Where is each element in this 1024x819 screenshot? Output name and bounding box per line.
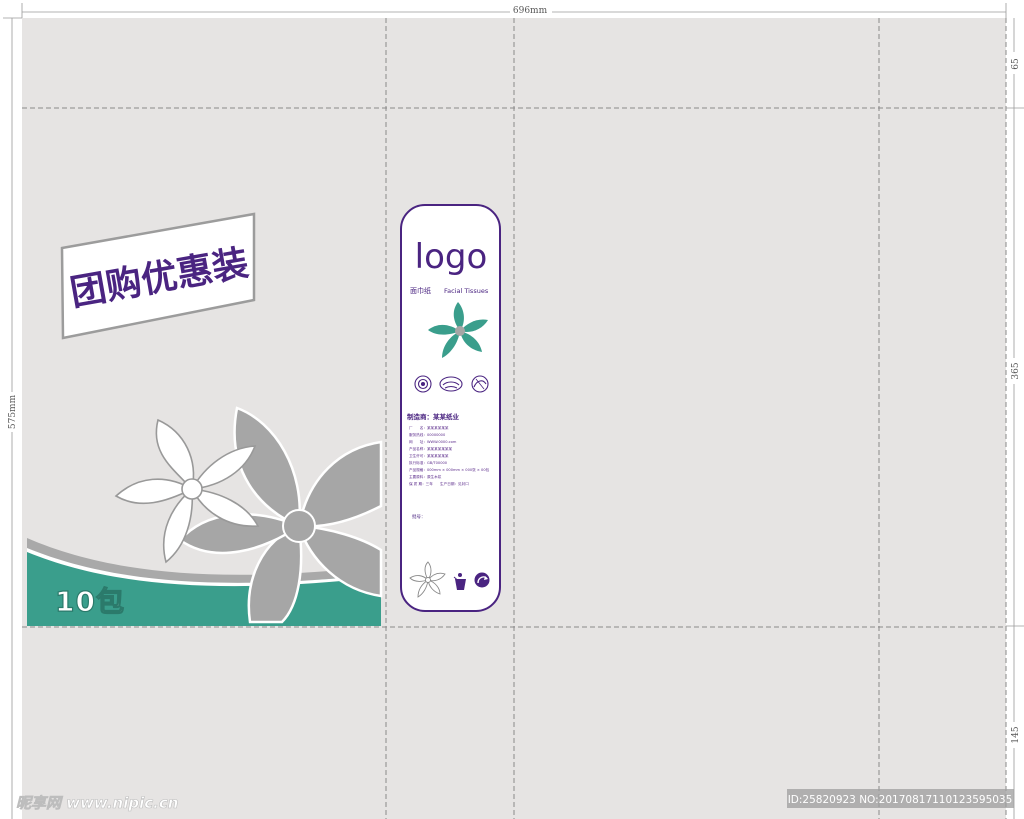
info-line: 执行标准：GB/T00000 <box>409 460 448 465</box>
recycle-icon <box>474 572 490 588</box>
info-line: 产品规格：000mm × 000mm × 000张 × 00包 <box>409 467 490 472</box>
info-line: 卫生许可：某某某某某某 <box>409 453 449 458</box>
height-label: 575mm <box>8 394 18 429</box>
info-line: 主要原料：原生木浆 <box>409 474 442 479</box>
height-dimension: 575mm <box>3 17 22 819</box>
watermark-id: ID:25820923 NO:20170817110123595035 <box>788 794 1013 806</box>
logo-text: logo <box>415 237 488 277</box>
batch-label: 批号： <box>412 513 426 520</box>
info-line: 服务热线：00000000 <box>409 432 446 437</box>
info-line: 网 址：WWW.0000.com <box>409 439 457 444</box>
top-fold-label: 65 <box>1011 58 1021 70</box>
watermark-site: 昵享网 www.nipic.cn <box>16 794 178 812</box>
bottom-fold-label: 145 <box>1011 726 1021 743</box>
maker-title: 制造商：某某纸业 <box>407 412 460 421</box>
packaging-dieline: 696mm 575mm 65 365 145 10包 团购优惠装 logo 面巾… <box>3 3 1024 819</box>
width-label: 696mm <box>513 6 548 16</box>
info-line: 产品名称：某某某某某某某 <box>409 446 453 451</box>
right-dimensions: 65 365 145 <box>1006 18 1024 819</box>
side-label: logo 面巾纸 Facial Tissues 制造商：某某纸业 厂 名：某某某… <box>400 204 501 612</box>
middle-label: 365 <box>1011 362 1021 379</box>
product-name-cn: 面巾纸 <box>410 286 431 295</box>
product-name-en: Facial Tissues <box>444 287 489 295</box>
info-line: 厂 名：某某某某某某 <box>409 425 449 430</box>
info-line: 保 质 期：三年 生产日期：见封口 <box>409 481 469 486</box>
width-dimension: 696mm <box>21 3 1007 18</box>
count-text: 10包 <box>55 585 125 618</box>
